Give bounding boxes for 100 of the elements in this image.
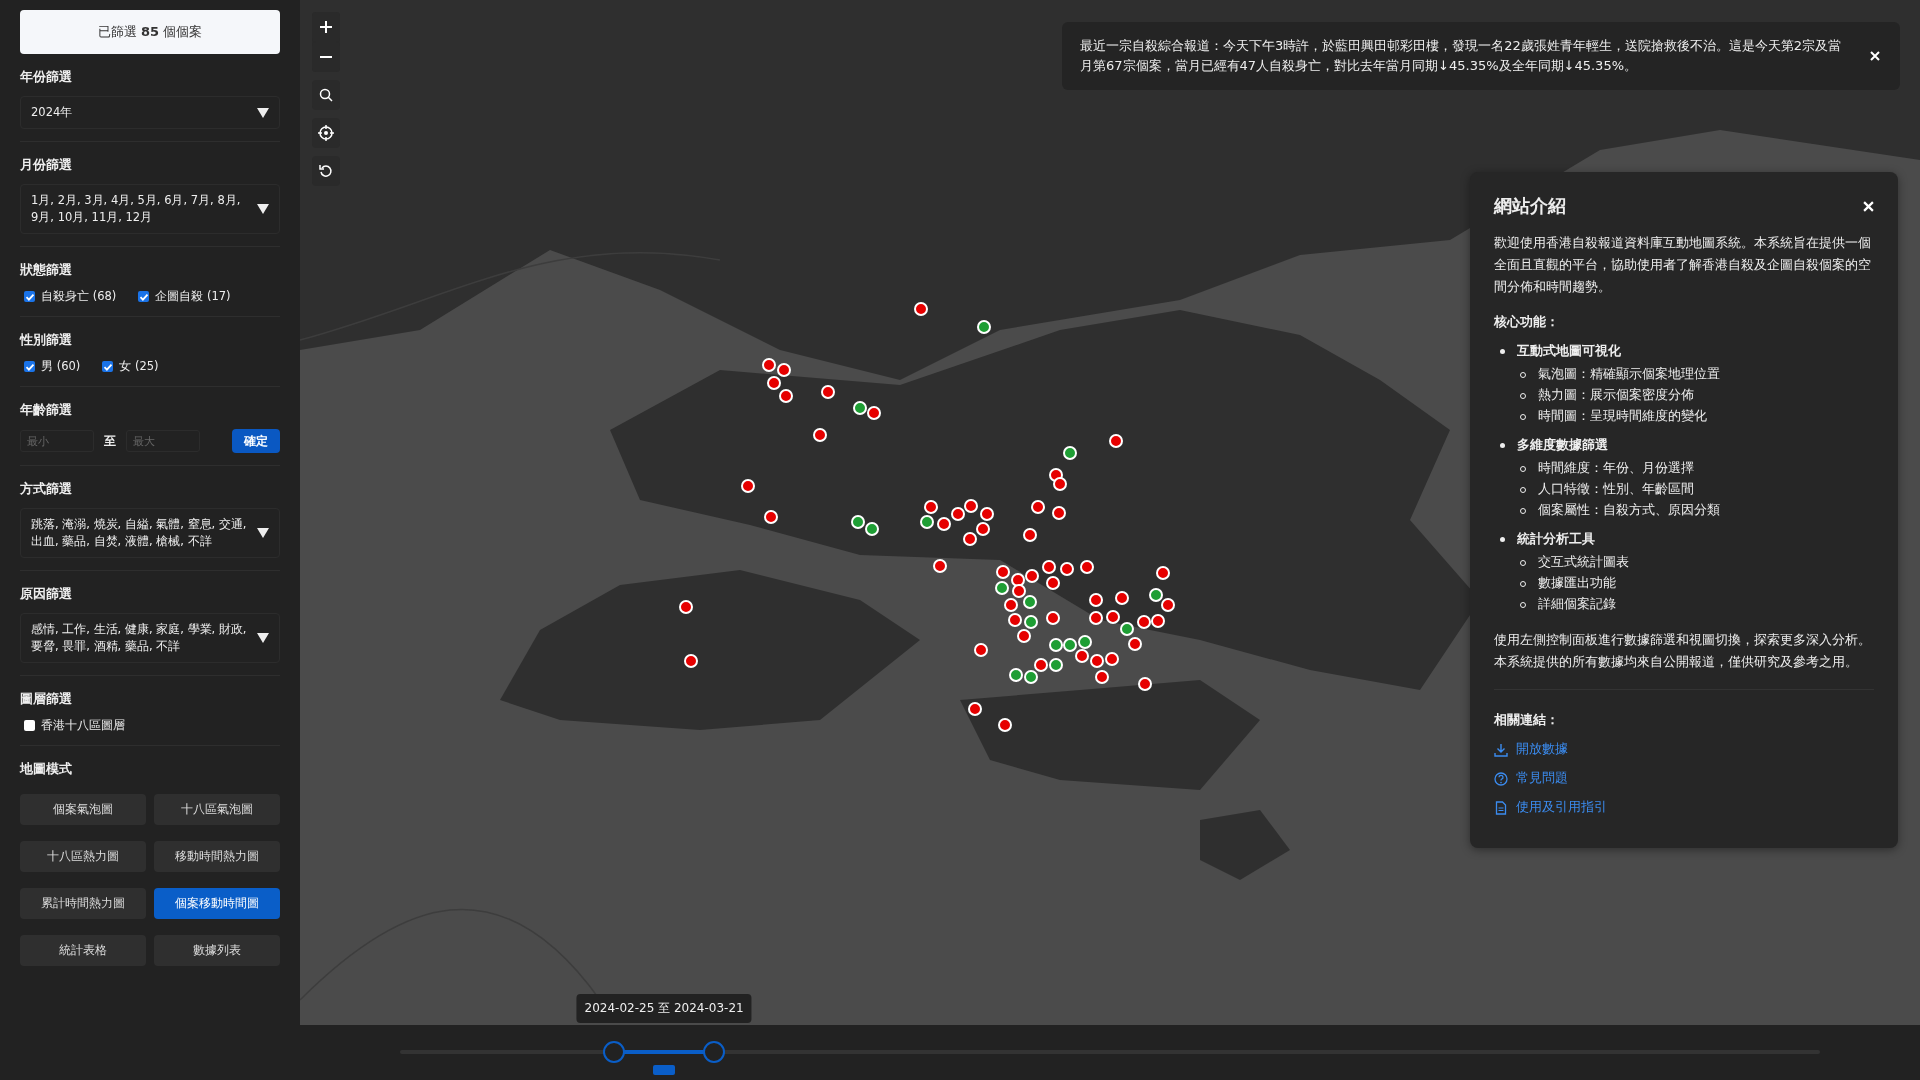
case-marker[interactable]	[1048, 657, 1063, 672]
section-title: 年齡篩選	[20, 401, 73, 419]
section-title: 地圖模式	[20, 760, 73, 778]
range-tooltip: 2024-02-25 至 2024-03-21	[576, 994, 752, 1023]
related-link[interactable]: 開放數據	[1516, 741, 1568, 758]
checkbox-label[interactable]: 自殺身亡 (68)	[41, 289, 117, 304]
checkbox[interactable]	[24, 720, 35, 731]
checkbox[interactable]	[102, 361, 114, 372]
caret-icon	[257, 528, 269, 538]
search-button[interactable]	[312, 80, 340, 110]
bullet-icon	[1500, 349, 1505, 354]
feature-title: 統計分析工具	[1517, 531, 1595, 548]
close-icon[interactable]	[1863, 200, 1874, 212]
case-marker[interactable]	[1128, 637, 1143, 652]
reset-icon	[319, 164, 333, 178]
case-marker[interactable]	[1088, 611, 1103, 626]
section-title: 方式篩選	[20, 480, 73, 498]
case-marker[interactable]	[994, 580, 1009, 595]
case-marker[interactable]	[1046, 611, 1061, 626]
plus-icon	[319, 20, 333, 34]
filter-dropdown[interactable]: 跳落, 淹溺, 燒炭, 自縊, 氣體, 窒息, 交通, 出血, 藥品, 自焚, 液體, 槍械, 不詳	[20, 508, 280, 558]
caret-icon	[257, 633, 269, 643]
subheading: 相關連結：	[1494, 712, 1560, 729]
case-marker[interactable]	[1137, 677, 1152, 692]
map-mode-button[interactable]: 十八區氣泡圖	[154, 794, 280, 825]
help-icon	[1494, 771, 1508, 786]
filter-dropdown[interactable]: 2024年	[20, 96, 280, 129]
case-marker[interactable]	[1063, 638, 1078, 653]
slider-handle[interactable]	[702, 1041, 725, 1063]
download-icon	[1494, 742, 1508, 757]
feature-item: 熱力圖：展示個案密度分佈	[1538, 387, 1694, 404]
filter-dropdown[interactable]: 1月, 2月, 3月, 4月, 5月, 6月, 7月, 8月, 9月, 10月, 11月, 12月	[20, 184, 280, 234]
feature-title: 互動式地圖可視化	[1517, 343, 1621, 360]
case-marker[interactable]	[1095, 670, 1110, 685]
checkbox[interactable]	[24, 361, 35, 372]
reset-button[interactable]	[312, 156, 340, 186]
case-marker[interactable]	[1104, 651, 1119, 666]
close-icon[interactable]	[1870, 51, 1880, 61]
feature-title: 多維度數據篩選	[1517, 437, 1608, 454]
case-marker[interactable]	[1090, 654, 1105, 669]
case-marker[interactable]	[1106, 610, 1121, 625]
case-marker[interactable]	[761, 357, 776, 372]
case-marker[interactable]	[1048, 638, 1063, 653]
case-marker[interactable]	[1119, 622, 1134, 637]
map-mode-button[interactable]: 累計時間熱力圖	[20, 888, 146, 919]
section-title: 月份篩選	[20, 156, 73, 174]
checkbox-label[interactable]: 企圖自殺 (17)	[155, 289, 231, 304]
panel-title: 網站介紹	[1494, 194, 1566, 218]
case-marker[interactable]	[995, 564, 1010, 579]
feature-item: 氣泡圖：精確顯示個案地理位置	[1538, 366, 1720, 383]
case-marker[interactable]	[776, 362, 791, 377]
feature-item: 數據匯出功能	[1538, 575, 1616, 592]
case-marker[interactable]	[1024, 615, 1038, 630]
case-marker[interactable]	[1024, 670, 1038, 685]
min-age-field[interactable]: 最小	[20, 430, 94, 452]
case-marker[interactable]	[1008, 612, 1023, 627]
map-mode-button[interactable]: 數據列表	[154, 935, 280, 966]
max-age-field[interactable]: 最大	[126, 430, 200, 452]
slider-handle[interactable]	[603, 1041, 626, 1063]
case-marker[interactable]	[1004, 597, 1019, 612]
notification-text: 最近一宗自殺綜合報道：今天下午3時許，於藍田興田邨彩田樓，發現一名22歲張姓青年輕生，送院搶救後不治。這是今天第2宗及當月第67宗個案，當月已經有47人自殺身亡，對比去年當月同期↓45.35%及全年同期↓45.35%。	[1080, 37, 1843, 75]
bullet-icon	[1500, 443, 1505, 448]
footer-text: 使用左側控制面板進行數據篩選和視圖切換，探索更多深入分析。本系統提供的所有數據均來自公開報道，僅供研究及參考之用。	[1494, 631, 1872, 671]
locate-button[interactable]	[312, 118, 340, 148]
map-mode-button[interactable]: 個案移動時間圖	[154, 888, 280, 919]
case-marker[interactable]	[1077, 634, 1092, 649]
range-drag-handle[interactable]	[653, 1065, 676, 1075]
search-icon	[319, 88, 333, 102]
case-marker[interactable]	[1010, 573, 1025, 588]
case-marker[interactable]	[1009, 667, 1024, 682]
section-title: 狀態篩選	[20, 261, 73, 279]
map-mode-button[interactable]: 個案氣泡圖	[20, 794, 146, 825]
case-marker[interactable]	[1011, 584, 1026, 599]
feature-item: 時間維度：年份、月份選擇	[1538, 460, 1694, 477]
case-marker[interactable]	[933, 558, 948, 573]
feature-item: 人口特徵：性別、年齡區間	[1538, 481, 1694, 498]
case-marker[interactable]	[973, 643, 988, 658]
section-title: 性別篩選	[20, 331, 73, 349]
checkbox-label[interactable]: 香港十八區圖層	[41, 718, 125, 733]
case-marker[interactable]	[1075, 649, 1090, 664]
section-title: 圖層篩選	[20, 690, 73, 708]
caret-icon	[257, 107, 269, 118]
filter-dropdown[interactable]: 感情, 工作, 生活, 健康, 家庭, 學業, 財政, 要脅, 畏罪, 酒精, 藥品, 不詳	[20, 613, 280, 663]
map-mode-button[interactable]: 移動時間熱力圖	[154, 841, 280, 872]
checkbox-label[interactable]: 女 (25)	[119, 359, 159, 374]
checkbox[interactable]	[24, 291, 35, 302]
checkbox[interactable]	[138, 291, 150, 302]
checkbox-label[interactable]: 男 (60)	[41, 359, 81, 374]
map-mode-button[interactable]: 十八區熱力圖	[20, 841, 146, 872]
case-marker[interactable]	[1016, 628, 1031, 643]
filtered-count: 已篩選 85 個個案	[97, 23, 203, 41]
confirm-button[interactable]: 確定	[232, 429, 280, 453]
feature-item: 個案屬性：自殺方式、原因分類	[1538, 502, 1720, 519]
intro-text: 歡迎使用香港自殺報道資料庫互動地圖系統。本系統旨在提供一個全面且直觀的平台，協助使用者了解香港自殺及企圖自殺個案的空間分佈和時間趨勢。	[1494, 234, 1872, 296]
case-marker[interactable]	[1022, 595, 1037, 610]
map-mode-button[interactable]: 統計表格	[20, 935, 146, 966]
related-link[interactable]: 使用及引用指引	[1516, 799, 1607, 816]
time-range-slider[interactable]	[400, 1041, 1820, 1075]
case-marker[interactable]	[1033, 657, 1048, 672]
related-link[interactable]: 常見問題	[1516, 770, 1568, 787]
